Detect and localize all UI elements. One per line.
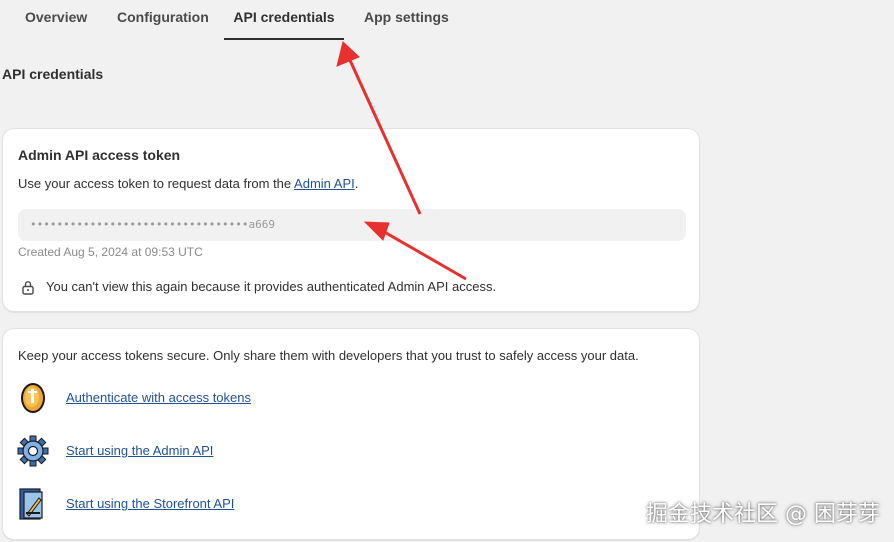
tab-api-credentials[interactable]: API credentials (224, 0, 344, 40)
coin-icon (21, 383, 45, 413)
security-intro: Keep your access tokens secure. Only sha… (18, 348, 639, 363)
admin-token-title: Admin API access token (18, 147, 181, 163)
tab-app-settings[interactable]: App settings (364, 0, 449, 40)
description-suffix: . (354, 176, 359, 191)
resource-item-storefront-api: Start using the Storefront API (17, 486, 677, 522)
created-timestamp: Created Aug 5, 2024 at 09:53 UTC (18, 245, 203, 259)
authenticate-link[interactable]: Authenticate with access tokens (66, 390, 251, 405)
storefront-icon (19, 488, 43, 520)
token-field[interactable]: •••••••••••••••••••••••••••••••••a669 (18, 209, 686, 241)
page-title: API credentials (2, 66, 104, 82)
lock-notice-text: You can't view this again because it pro… (46, 279, 497, 294)
gear-icon (17, 435, 49, 467)
lock-icon (22, 281, 34, 295)
tab-bar: Overview Configuration API credentials A… (0, 0, 894, 40)
admin-api-start-link[interactable]: Start using the Admin API (66, 443, 213, 458)
admin-api-link[interactable]: Admin API (294, 176, 355, 191)
resources-card: Keep your access tokens secure. Only sha… (2, 328, 700, 540)
storefront-api-link[interactable]: Start using the Storefront API (66, 496, 234, 511)
admin-token-description: Use your access token to request data fr… (18, 176, 358, 191)
admin-token-card: Admin API access token Use your access t… (2, 128, 700, 312)
tab-configuration[interactable]: Configuration (117, 0, 209, 40)
resource-item-authenticate: Authenticate with access tokens (17, 380, 677, 416)
tab-overview[interactable]: Overview (25, 0, 87, 40)
description-prefix: Use your access token to request data fr… (18, 176, 295, 191)
resource-item-admin-api: Start using the Admin API (17, 433, 677, 469)
watermark: 掘金技术社区 @ 困芽芽 (646, 502, 880, 527)
